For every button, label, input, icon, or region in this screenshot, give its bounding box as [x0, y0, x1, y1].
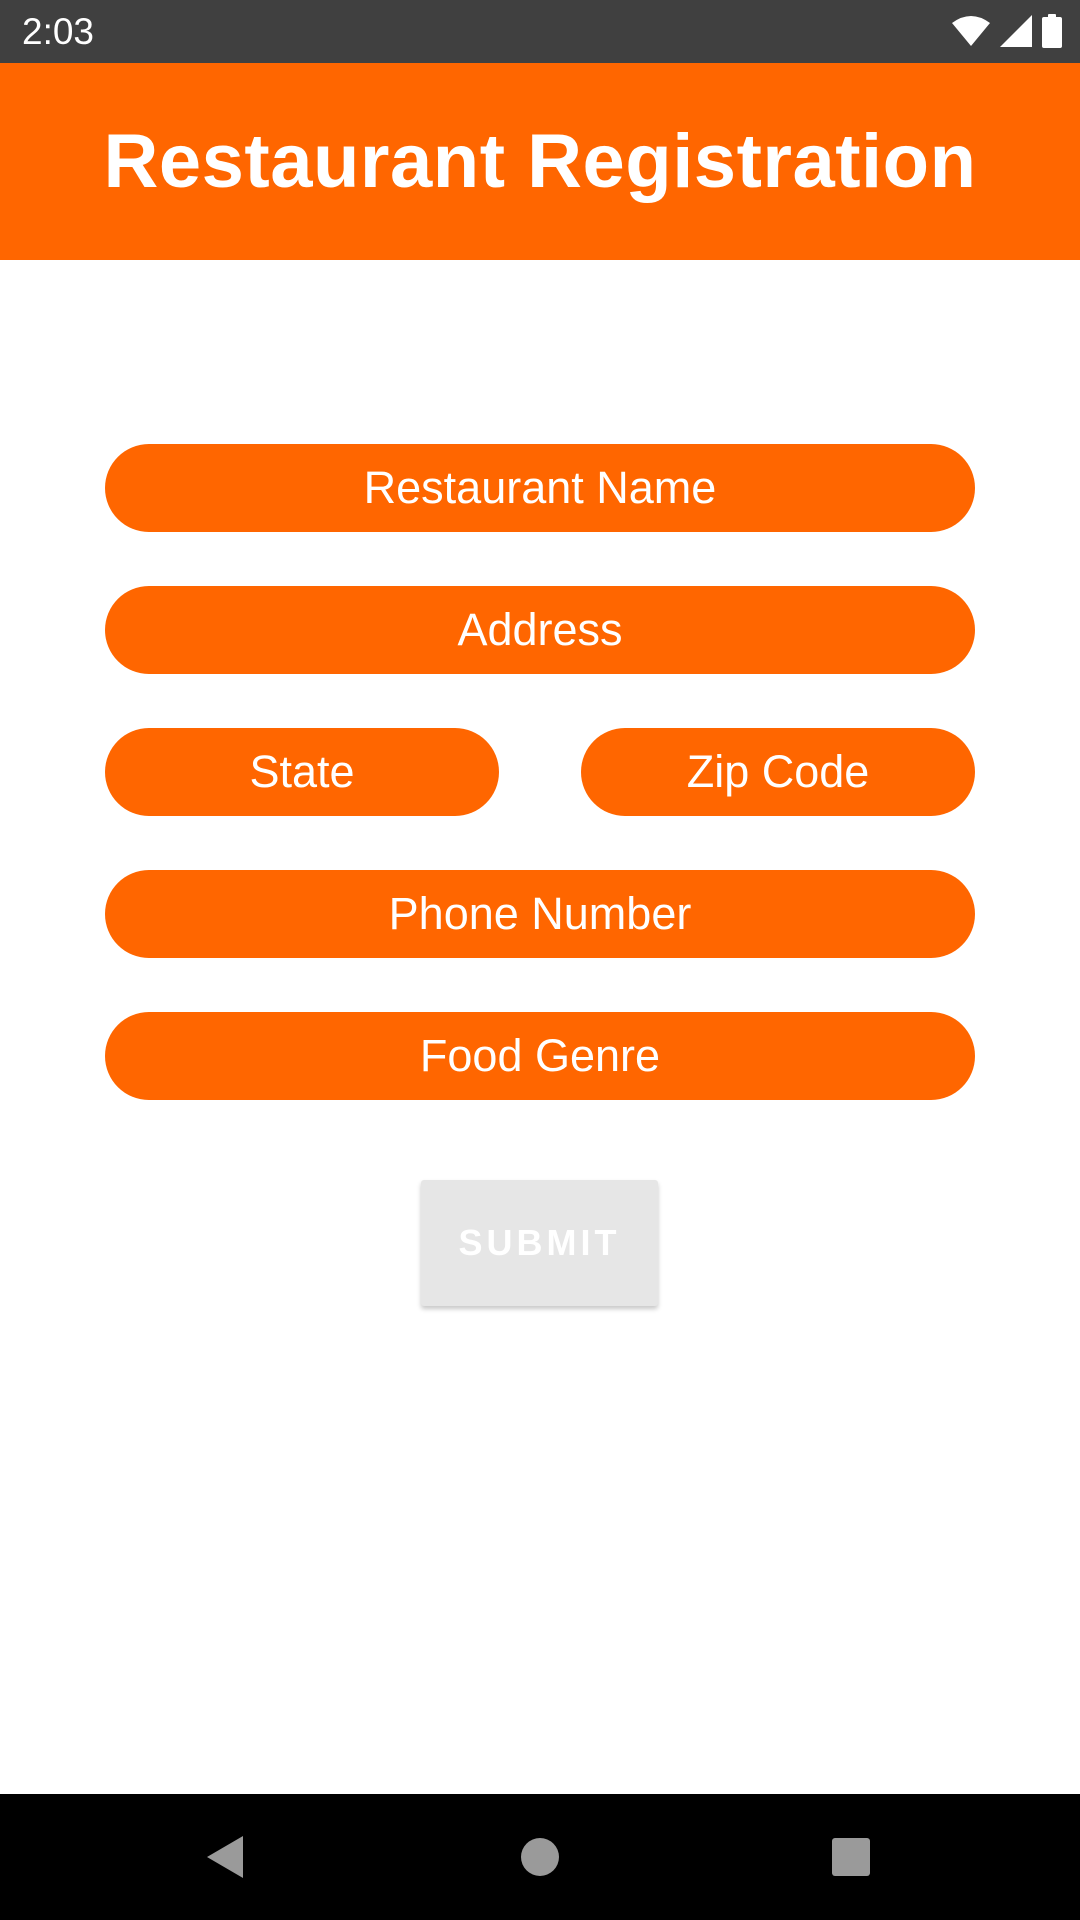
home-icon	[521, 1838, 559, 1876]
restaurant-name-input[interactable]	[105, 444, 975, 532]
status-icons	[952, 14, 1062, 48]
phone-number-field-container	[105, 870, 975, 958]
status-bar: 2:03	[0, 0, 1080, 63]
back-icon	[207, 1836, 243, 1878]
zip-code-field-container	[581, 728, 975, 816]
phone-number-input[interactable]	[105, 870, 975, 958]
screen: 2:03 Restaurant Registration Restaurant …	[0, 0, 1080, 1920]
signal-icon	[1000, 15, 1032, 47]
back-button[interactable]	[190, 1822, 260, 1892]
submit-button[interactable]: SUBMIT	[421, 1180, 658, 1306]
food-genre-field-container	[105, 1012, 975, 1100]
recents-icon	[832, 1838, 870, 1876]
recents-button[interactable]	[816, 1822, 886, 1892]
zip-code-input[interactable]	[581, 728, 975, 816]
food-genre-input[interactable]	[105, 1012, 975, 1100]
status-time: 2:03	[22, 11, 95, 52]
navigation-bar	[0, 1794, 1080, 1920]
page-title: Restaurant Registration	[103, 119, 977, 204]
home-button[interactable]	[505, 1822, 575, 1892]
state-input[interactable]	[105, 728, 499, 816]
app-bar: Restaurant Registration	[0, 63, 1080, 260]
address-field-container	[105, 586, 975, 674]
restaurant-name-field-container	[105, 444, 975, 532]
wifi-icon	[952, 15, 990, 47]
address-input[interactable]	[105, 586, 975, 674]
battery-icon	[1042, 14, 1062, 48]
state-field-container	[105, 728, 499, 816]
